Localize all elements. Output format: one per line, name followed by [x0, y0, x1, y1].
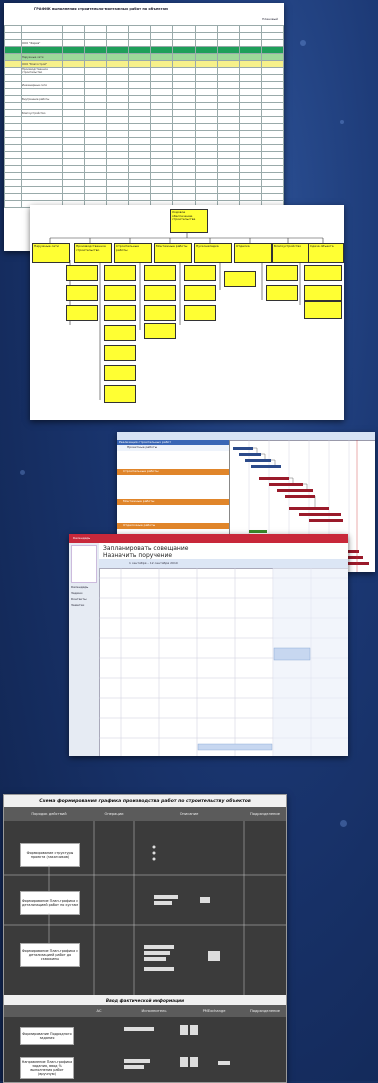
- nav-item[interactable]: Заметки: [69, 603, 99, 609]
- menu-schedule-meeting[interactable]: Запланировать совещание: [103, 545, 188, 552]
- calendar-screenshot: Календарь Календарь Задачи Контакты Заме…: [69, 534, 348, 756]
- calendar-menu: Запланировать совещание Назначить поруче…: [99, 543, 348, 560]
- menu-assign-task[interactable]: Назначить поручение: [103, 552, 172, 559]
- scheme-drawing-2: [124, 1025, 230, 1069]
- wbs-leaf: [144, 323, 176, 339]
- calendar-grid: [99, 568, 348, 756]
- mini-calendar[interactable]: [71, 545, 97, 583]
- wbs-root-node: Ходовое обеспечение строительства: [170, 209, 208, 233]
- wbs-leaf: [144, 265, 176, 281]
- wbs-leaf: [104, 365, 136, 381]
- wbs-leaf: [104, 385, 136, 403]
- wbs-leaf: [66, 265, 98, 281]
- process-scheme-screenshot: Схема формирования графика производства …: [3, 794, 287, 1083]
- wbs-leaf: [104, 285, 136, 301]
- schedule-title: ГРАФИК выполнения строительно-монтажных …: [34, 7, 168, 11]
- wbs-leaf: [266, 265, 298, 281]
- calendar-date-range: 1 сентября – 12 сентября 2010: [129, 561, 178, 565]
- calendar-titlebar: Календарь: [69, 534, 348, 543]
- wbs-leaf: [304, 301, 342, 319]
- row-label: Инженерные сети: [21, 81, 63, 89]
- wbs-leaf: [144, 305, 176, 321]
- row-label: Благоустройство: [21, 109, 63, 117]
- row-label: Внутренние работы: [21, 95, 63, 103]
- wbs-leaf: [66, 285, 98, 301]
- wbs-leaf: [104, 305, 136, 321]
- deco-dot: [300, 40, 306, 46]
- wbs-node: Строительные работы: [114, 243, 152, 263]
- row-label: Производственное строительство: [21, 67, 63, 75]
- wbs-leaf: [304, 285, 342, 301]
- wbs-leaf: [104, 345, 136, 361]
- wbs-node: Монтажные работы: [154, 243, 192, 263]
- wbs-node: Благоустройство: [272, 243, 310, 263]
- wbs-node: Производственное строительство: [74, 243, 112, 263]
- wbs-tree-screenshot: Ходовое обеспечение строительства Наружн…: [30, 205, 344, 420]
- wbs-node: Наружные сети: [32, 243, 70, 263]
- row-label: ООО "Фарма": [21, 39, 63, 47]
- deco-dot: [20, 470, 25, 475]
- wbs-leaf: [184, 305, 216, 321]
- wbs-node: Сдача объекта: [308, 243, 344, 263]
- wbs-leaf: [224, 271, 256, 287]
- wbs-leaf: [304, 265, 342, 281]
- wbs-leaf: [104, 325, 136, 341]
- calendar-window-title: Календарь: [73, 536, 91, 540]
- calendar-nav-pane: Календарь Задачи Контакты Заметки: [69, 543, 100, 756]
- deco-dot: [340, 120, 344, 124]
- wbs-leaf: [266, 285, 298, 301]
- deco-dot: [340, 820, 347, 827]
- wbs-leaf: [144, 285, 176, 301]
- wbs-leaf: [104, 265, 136, 281]
- schedule-header-right: Плановый: [262, 17, 278, 21]
- wbs-leaf: [184, 265, 216, 281]
- row-label: ООО "Благострой": [21, 60, 63, 68]
- row-label: Наружные сети: [21, 53, 63, 61]
- wbs-leaf: [184, 285, 216, 301]
- schedule-table: ООО "Фарма" Наружные сети ООО "Благостро…: [4, 25, 284, 208]
- wbs-node: Пусконаладка: [194, 243, 232, 263]
- wbs-node: Отделка: [234, 243, 272, 263]
- wbs-leaf: [66, 305, 98, 321]
